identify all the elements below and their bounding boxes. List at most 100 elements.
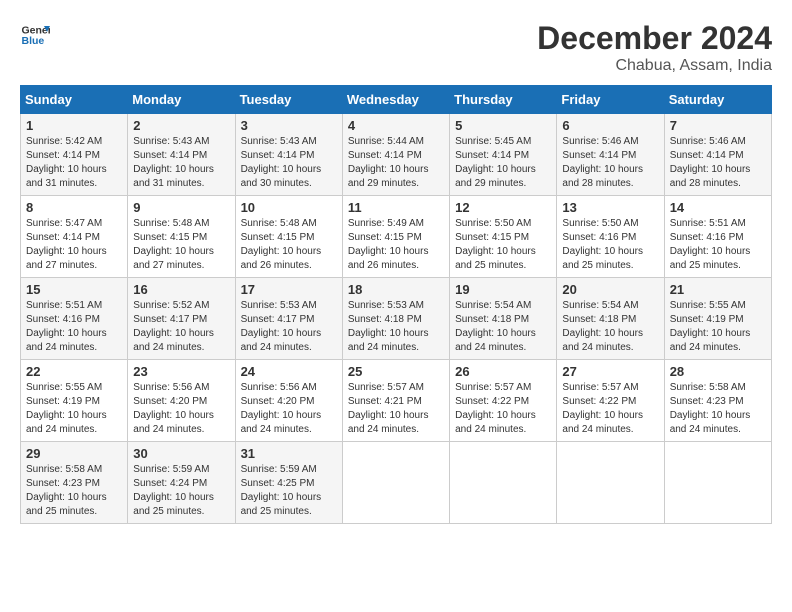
- day-number: 7: [670, 118, 766, 133]
- calendar-cell: [557, 442, 664, 524]
- day-info: Sunrise: 5:56 AM Sunset: 4:20 PM Dayligh…: [133, 381, 229, 437]
- calendar-header-row: SundayMondayTuesdayWednesdayThursdayFrid…: [21, 86, 772, 114]
- calendar-cell: 9 Sunrise: 5:48 AM Sunset: 4:15 PM Dayli…: [128, 196, 235, 278]
- calendar-cell: 31 Sunrise: 5:59 AM Sunset: 4:25 PM Dayl…: [235, 442, 342, 524]
- calendar-cell: 15 Sunrise: 5:51 AM Sunset: 4:16 PM Dayl…: [21, 278, 128, 360]
- day-number: 12: [455, 200, 551, 215]
- day-info: Sunrise: 5:59 AM Sunset: 4:25 PM Dayligh…: [241, 463, 337, 519]
- calendar-cell: 27 Sunrise: 5:57 AM Sunset: 4:22 PM Dayl…: [557, 360, 664, 442]
- day-info: Sunrise: 5:50 AM Sunset: 4:15 PM Dayligh…: [455, 217, 551, 273]
- calendar-cell: 19 Sunrise: 5:54 AM Sunset: 4:18 PM Dayl…: [450, 278, 557, 360]
- day-number: 30: [133, 446, 229, 461]
- header-area: General Blue December 2024 Chabua, Assam…: [20, 20, 772, 75]
- day-info: Sunrise: 5:46 AM Sunset: 4:14 PM Dayligh…: [670, 135, 766, 191]
- calendar-cell: 22 Sunrise: 5:55 AM Sunset: 4:19 PM Dayl…: [21, 360, 128, 442]
- day-number: 25: [348, 364, 444, 379]
- day-number: 18: [348, 282, 444, 297]
- calendar-cell: 10 Sunrise: 5:48 AM Sunset: 4:15 PM Dayl…: [235, 196, 342, 278]
- day-number: 14: [670, 200, 766, 215]
- calendar-cell: 1 Sunrise: 5:42 AM Sunset: 4:14 PM Dayli…: [21, 114, 128, 196]
- calendar-cell: 8 Sunrise: 5:47 AM Sunset: 4:14 PM Dayli…: [21, 196, 128, 278]
- column-header-thursday: Thursday: [450, 86, 557, 114]
- calendar-cell: 17 Sunrise: 5:53 AM Sunset: 4:17 PM Dayl…: [235, 278, 342, 360]
- column-header-saturday: Saturday: [664, 86, 771, 114]
- calendar-week-3: 15 Sunrise: 5:51 AM Sunset: 4:16 PM Dayl…: [21, 278, 772, 360]
- day-info: Sunrise: 5:56 AM Sunset: 4:20 PM Dayligh…: [241, 381, 337, 437]
- column-header-wednesday: Wednesday: [342, 86, 449, 114]
- calendar-cell: 6 Sunrise: 5:46 AM Sunset: 4:14 PM Dayli…: [557, 114, 664, 196]
- calendar-cell: 14 Sunrise: 5:51 AM Sunset: 4:16 PM Dayl…: [664, 196, 771, 278]
- calendar-cell: 24 Sunrise: 5:56 AM Sunset: 4:20 PM Dayl…: [235, 360, 342, 442]
- month-title: December 2024: [537, 20, 772, 57]
- calendar-cell: 11 Sunrise: 5:49 AM Sunset: 4:15 PM Dayl…: [342, 196, 449, 278]
- day-number: 20: [562, 282, 658, 297]
- calendar-week-2: 8 Sunrise: 5:47 AM Sunset: 4:14 PM Dayli…: [21, 196, 772, 278]
- calendar-cell: 2 Sunrise: 5:43 AM Sunset: 4:14 PM Dayli…: [128, 114, 235, 196]
- column-header-friday: Friday: [557, 86, 664, 114]
- day-info: Sunrise: 5:50 AM Sunset: 4:16 PM Dayligh…: [562, 217, 658, 273]
- day-info: Sunrise: 5:43 AM Sunset: 4:14 PM Dayligh…: [241, 135, 337, 191]
- day-number: 22: [26, 364, 122, 379]
- day-info: Sunrise: 5:44 AM Sunset: 4:14 PM Dayligh…: [348, 135, 444, 191]
- calendar-cell: 29 Sunrise: 5:58 AM Sunset: 4:23 PM Dayl…: [21, 442, 128, 524]
- logo-icon: General Blue: [20, 20, 50, 50]
- calendar-cell: 26 Sunrise: 5:57 AM Sunset: 4:22 PM Dayl…: [450, 360, 557, 442]
- day-info: Sunrise: 5:49 AM Sunset: 4:15 PM Dayligh…: [348, 217, 444, 273]
- calendar-week-5: 29 Sunrise: 5:58 AM Sunset: 4:23 PM Dayl…: [21, 442, 772, 524]
- title-area: December 2024 Chabua, Assam, India: [537, 20, 772, 75]
- day-number: 23: [133, 364, 229, 379]
- day-info: Sunrise: 5:55 AM Sunset: 4:19 PM Dayligh…: [670, 299, 766, 355]
- day-info: Sunrise: 5:55 AM Sunset: 4:19 PM Dayligh…: [26, 381, 122, 437]
- day-info: Sunrise: 5:57 AM Sunset: 4:21 PM Dayligh…: [348, 381, 444, 437]
- logo: General Blue: [20, 20, 50, 50]
- day-number: 28: [670, 364, 766, 379]
- day-number: 1: [26, 118, 122, 133]
- calendar-cell: 16 Sunrise: 5:52 AM Sunset: 4:17 PM Dayl…: [128, 278, 235, 360]
- calendar-cell: 12 Sunrise: 5:50 AM Sunset: 4:15 PM Dayl…: [450, 196, 557, 278]
- day-number: 5: [455, 118, 551, 133]
- day-number: 17: [241, 282, 337, 297]
- day-number: 3: [241, 118, 337, 133]
- day-number: 16: [133, 282, 229, 297]
- calendar-body: 1 Sunrise: 5:42 AM Sunset: 4:14 PM Dayli…: [21, 114, 772, 524]
- day-info: Sunrise: 5:53 AM Sunset: 4:17 PM Dayligh…: [241, 299, 337, 355]
- day-info: Sunrise: 5:47 AM Sunset: 4:14 PM Dayligh…: [26, 217, 122, 273]
- column-header-monday: Monday: [128, 86, 235, 114]
- day-number: 21: [670, 282, 766, 297]
- day-info: Sunrise: 5:59 AM Sunset: 4:24 PM Dayligh…: [133, 463, 229, 519]
- calendar-cell: 25 Sunrise: 5:57 AM Sunset: 4:21 PM Dayl…: [342, 360, 449, 442]
- day-number: 27: [562, 364, 658, 379]
- day-number: 10: [241, 200, 337, 215]
- day-info: Sunrise: 5:58 AM Sunset: 4:23 PM Dayligh…: [26, 463, 122, 519]
- day-info: Sunrise: 5:43 AM Sunset: 4:14 PM Dayligh…: [133, 135, 229, 191]
- calendar-cell: 7 Sunrise: 5:46 AM Sunset: 4:14 PM Dayli…: [664, 114, 771, 196]
- day-info: Sunrise: 5:54 AM Sunset: 4:18 PM Dayligh…: [455, 299, 551, 355]
- svg-text:Blue: Blue: [22, 35, 45, 47]
- day-info: Sunrise: 5:51 AM Sunset: 4:16 PM Dayligh…: [26, 299, 122, 355]
- calendar-cell: 23 Sunrise: 5:56 AM Sunset: 4:20 PM Dayl…: [128, 360, 235, 442]
- day-info: Sunrise: 5:46 AM Sunset: 4:14 PM Dayligh…: [562, 135, 658, 191]
- day-number: 24: [241, 364, 337, 379]
- calendar-cell: 3 Sunrise: 5:43 AM Sunset: 4:14 PM Dayli…: [235, 114, 342, 196]
- calendar-cell: 13 Sunrise: 5:50 AM Sunset: 4:16 PM Dayl…: [557, 196, 664, 278]
- calendar-cell: [342, 442, 449, 524]
- day-number: 19: [455, 282, 551, 297]
- calendar-cell: 20 Sunrise: 5:54 AM Sunset: 4:18 PM Dayl…: [557, 278, 664, 360]
- day-number: 11: [348, 200, 444, 215]
- column-header-tuesday: Tuesday: [235, 86, 342, 114]
- day-info: Sunrise: 5:52 AM Sunset: 4:17 PM Dayligh…: [133, 299, 229, 355]
- day-number: 9: [133, 200, 229, 215]
- day-info: Sunrise: 5:58 AM Sunset: 4:23 PM Dayligh…: [670, 381, 766, 437]
- day-info: Sunrise: 5:48 AM Sunset: 4:15 PM Dayligh…: [241, 217, 337, 273]
- day-number: 4: [348, 118, 444, 133]
- location-title: Chabua, Assam, India: [537, 57, 772, 75]
- day-info: Sunrise: 5:57 AM Sunset: 4:22 PM Dayligh…: [562, 381, 658, 437]
- day-number: 15: [26, 282, 122, 297]
- day-info: Sunrise: 5:57 AM Sunset: 4:22 PM Dayligh…: [455, 381, 551, 437]
- day-info: Sunrise: 5:48 AM Sunset: 4:15 PM Dayligh…: [133, 217, 229, 273]
- calendar-cell: [664, 442, 771, 524]
- calendar-cell: 4 Sunrise: 5:44 AM Sunset: 4:14 PM Dayli…: [342, 114, 449, 196]
- calendar-cell: 21 Sunrise: 5:55 AM Sunset: 4:19 PM Dayl…: [664, 278, 771, 360]
- day-info: Sunrise: 5:51 AM Sunset: 4:16 PM Dayligh…: [670, 217, 766, 273]
- calendar-week-1: 1 Sunrise: 5:42 AM Sunset: 4:14 PM Dayli…: [21, 114, 772, 196]
